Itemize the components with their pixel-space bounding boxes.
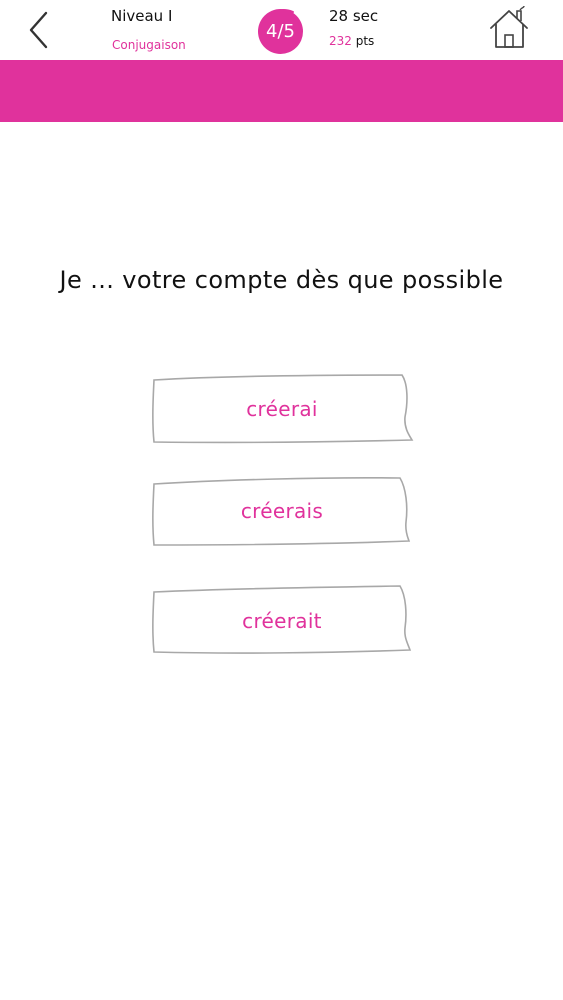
progress-arc-icon [260,9,294,27]
answer-button-1[interactable]: créerai [150,372,414,446]
answer-label: créerai [246,397,318,421]
home-button[interactable] [487,5,531,50]
level-subtitle: Conjugaison [112,38,186,52]
header-banner [0,60,563,122]
answer-button-3[interactable]: créerait [150,584,414,658]
back-button[interactable] [22,8,58,52]
answer-label: créerais [240,499,324,523]
level-title: Niveau I [111,7,173,25]
score: 232 pts [329,34,374,48]
timer: 28 sec [329,7,379,25]
score-value: 232 [329,34,352,48]
answer-button-2[interactable]: créerais [150,474,414,548]
score-unit: pts [355,34,375,48]
chevron-left-icon [29,11,48,49]
top-bar: Niveau I Conjugaison 4/5 28 sec 232 pts [0,0,563,60]
progress-badge: 4/5 [255,6,305,56]
answer-label: créerait [242,609,322,633]
question-text: Je ... votre compte dès que possible [59,266,504,294]
home-icon [490,5,528,48]
